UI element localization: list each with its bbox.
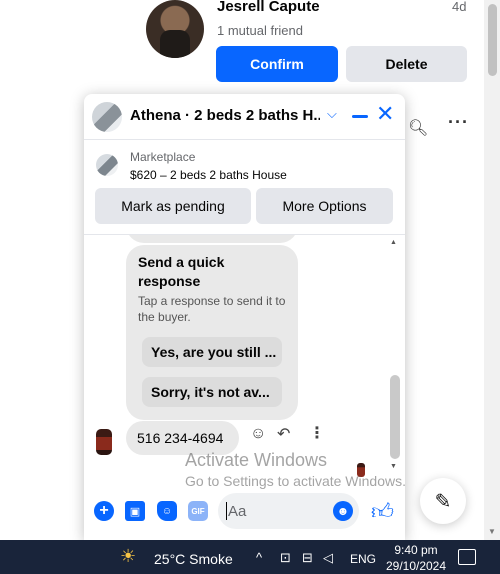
plus-icon[interactable]: + — [94, 501, 114, 521]
message-scrollbar-thumb[interactable] — [390, 375, 400, 459]
chevron-down-icon[interactable]: ⌵ — [327, 106, 337, 122]
chat-avatar[interactable] — [92, 102, 122, 132]
reply-icon[interactable]: ↶ — [277, 424, 290, 444]
page-scrollbar[interactable]: ▼ — [484, 0, 500, 540]
photo-icon[interactable]: ▣ — [125, 501, 145, 521]
weather-text[interactable]: 25°C Smoke — [154, 551, 233, 567]
quick-response-option[interactable]: Yes, are you still ... — [142, 337, 282, 367]
scroll-up-arrow-icon[interactable]: ▲ — [390, 239, 397, 246]
taskbar: ☀ 25°C Smoke ^ ⊡ ⊟ ◁ ENG 9:40 pm 29/10/2… — [0, 540, 500, 574]
close-icon[interactable]: ✕ — [376, 101, 394, 127]
notification-center-icon[interactable] — [458, 549, 476, 565]
quick-response-option[interactable]: Sorry, it's not av... — [142, 377, 282, 407]
quick-response-title: Send a quick response — [138, 254, 225, 289]
listing-thumbnail — [96, 154, 118, 176]
message-composer: + ▣ ☺ GIF Aa ☻ 👍︎ — [84, 489, 405, 540]
scroll-down-arrow-icon[interactable]: ▼ — [390, 463, 397, 470]
sender-avatar — [96, 429, 112, 455]
chevron-up-icon[interactable]: ^ — [256, 550, 262, 565]
page-scrollbar-thumb[interactable] — [488, 4, 497, 76]
marketplace-label: Marketplace — [130, 150, 196, 164]
meet-now-icon[interactable]: ⊡ — [280, 550, 291, 566]
message-more-icon[interactable]: ⋮ — [309, 423, 325, 443]
clock-time[interactable]: 9:40 pm — [392, 543, 440, 557]
speaker-muted-icon[interactable]: ◁ — [323, 550, 333, 566]
sticker-icon[interactable]: ☺ — [157, 501, 177, 521]
more-options-button[interactable]: More Options — [256, 188, 393, 224]
network-icon[interactable]: ⊟ — [302, 550, 313, 566]
chat-header: Athena · 2 beds 2 baths H... ⌵ ✕ — [84, 94, 405, 140]
confirm-button[interactable]: Confirm — [216, 46, 338, 82]
message-list: Send a quick response Tap a response to … — [84, 235, 405, 475]
new-message-button[interactable]: ✎ — [420, 478, 466, 524]
activate-windows-title: Activate Windows — [185, 450, 328, 470]
delete-button[interactable]: Delete — [346, 46, 467, 82]
emoji-icon[interactable]: ☻ — [333, 501, 353, 521]
friend-request-name[interactable]: Jesrell Capute — [217, 0, 320, 15]
activate-windows-subtitle: Go to Settings to activate Windows. — [185, 473, 406, 489]
friend-request-avatar[interactable] — [146, 0, 204, 58]
weather-icon[interactable]: ☀ — [120, 546, 136, 567]
thumbs-up-icon[interactable]: 👍︎ — [371, 498, 394, 525]
previous-message-bubble — [126, 235, 298, 243]
quick-response-description: Tap a response to send it to the buyer. — [138, 294, 286, 324]
react-emoji-icon[interactable]: ☺ — [250, 425, 266, 443]
friend-request-time: 4d — [452, 0, 467, 14]
quick-response-bubble: Send a quick response Tap a response to … — [126, 245, 298, 420]
clock-date[interactable]: 29/10/2024 — [384, 559, 448, 573]
mark-as-pending-button[interactable]: Mark as pending — [95, 188, 251, 224]
search-icon[interactable]: 🔍︎ — [408, 118, 428, 138]
scroll-down-arrow-icon[interactable]: ▼ — [488, 527, 496, 536]
chat-title[interactable]: Athena · 2 beds 2 baths H... — [130, 107, 320, 124]
gif-icon[interactable]: GIF — [188, 501, 208, 521]
friend-request-mutual: 1 mutual friend — [217, 23, 303, 38]
listing-title: $620 – 2 beds 2 baths House — [130, 168, 287, 182]
compose-icon: ✎ — [434, 490, 452, 513]
text-caret — [226, 502, 227, 520]
more-options-icon[interactable]: ··· — [448, 112, 469, 133]
language-indicator[interactable]: ENG — [350, 552, 376, 566]
minimize-icon[interactable] — [352, 115, 368, 118]
message-scrollbar[interactable]: ▲ ▼ — [388, 235, 401, 475]
